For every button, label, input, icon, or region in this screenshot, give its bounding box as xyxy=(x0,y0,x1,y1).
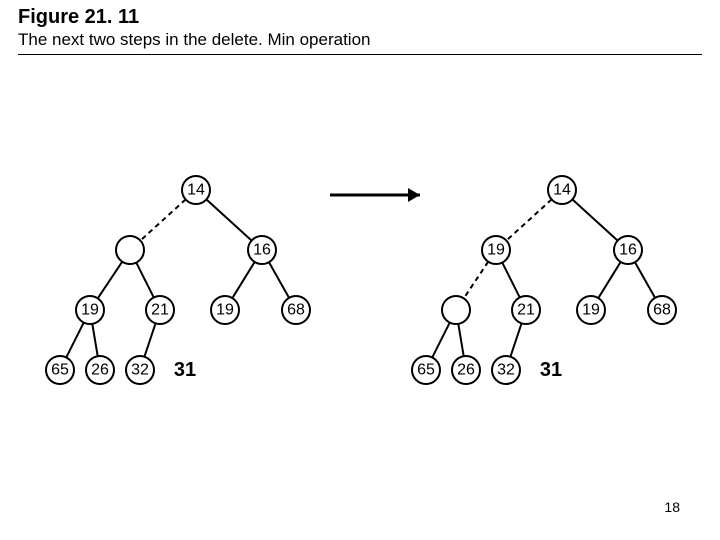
left-RL-label: 19 xyxy=(216,302,234,319)
right-L-label: 19 xyxy=(487,242,505,259)
left-LLR-label: 26 xyxy=(91,362,109,379)
right-RR-label: 68 xyxy=(653,302,671,319)
right-LLL-label: 65 xyxy=(417,362,435,379)
left-L xyxy=(116,236,144,264)
right-LR-label: 21 xyxy=(517,302,535,319)
right-RL-label: 19 xyxy=(582,302,600,319)
right-inserted-label: 31 xyxy=(540,359,562,381)
left-LL-label: 19 xyxy=(81,302,99,319)
right-R-label: 16 xyxy=(619,242,637,259)
tree-diagram: 14 16 19 21 19 68 65 26 32 31 14 19 16 21 19 68 65 26 32 31 xyxy=(0,0,720,540)
left-LRL-label: 32 xyxy=(131,362,149,379)
left-RR-label: 68 xyxy=(287,302,305,319)
left-root-label: 14 xyxy=(187,182,205,199)
left-R-label: 16 xyxy=(253,242,271,259)
left-LLL-label: 65 xyxy=(51,362,69,379)
right-LRL-label: 32 xyxy=(497,362,515,379)
left-LR-label: 21 xyxy=(151,302,169,319)
right-root-label: 14 xyxy=(553,182,571,199)
right-LL xyxy=(442,296,470,324)
right-LLR-label: 26 xyxy=(457,362,475,379)
left-inserted-label: 31 xyxy=(174,359,196,381)
arrow-head-icon xyxy=(408,188,420,202)
